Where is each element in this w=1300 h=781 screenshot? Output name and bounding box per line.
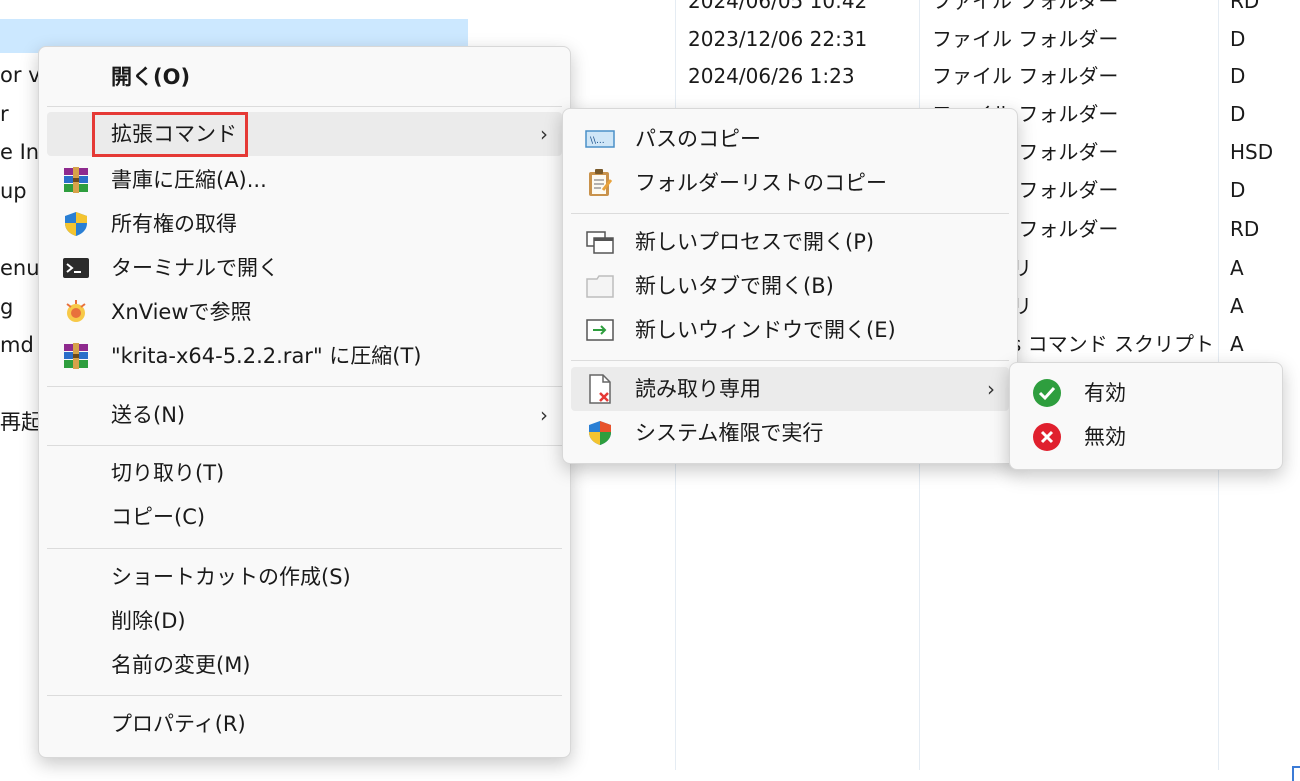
menu-item-open-new-process[interactable]: 新しいプロセスで開く(P): [571, 220, 1009, 264]
menu-item-take-ownership[interactable]: 所有権の取得: [47, 202, 562, 246]
menu-item-label: 新しいプロセスで開く(P): [635, 230, 875, 254]
type-cell: ファイル フォルダー: [932, 0, 1119, 13]
attr-cell: HSD: [1230, 140, 1274, 164]
file-name-fragment[interactable]: 再起動: [0, 403, 40, 441]
menu-item-label: 新しいタブで開く(B): [635, 274, 834, 298]
attr-cell: D: [1230, 27, 1246, 51]
winrar-icon: [61, 165, 91, 195]
scroll-corner: [1292, 766, 1300, 781]
date-cell: 2023/12/06 22:31: [688, 27, 868, 51]
menu-item-label: XnViewで参照: [111, 300, 252, 324]
menu-item-copy-path[interactable]: \\... パスのコピー: [571, 117, 1009, 161]
menu-item-xnview[interactable]: XnViewで参照: [47, 290, 562, 334]
menu-item-label: 拡張コマンド: [111, 122, 237, 146]
context-menu: 開く(O) 拡張コマンド › 書庫に圧縮(A)... 所有権の取得 ターミナルで…: [38, 46, 571, 758]
chevron-right-icon: ›: [540, 122, 548, 146]
menu-item-open-new-tab[interactable]: 新しいタブで開く(B): [571, 264, 1009, 308]
winrar-icon: [61, 341, 91, 371]
menu-item-copy[interactable]: コピー(C): [47, 495, 562, 539]
menu-item-label: 有効: [1084, 381, 1126, 405]
shield-icon: [61, 209, 91, 239]
menu-item-label: 所有権の取得: [111, 212, 237, 236]
menu-separator: [571, 360, 1009, 361]
menu-item-label: コピー(C): [111, 505, 206, 529]
attr-cell: A: [1230, 256, 1244, 280]
menu-item-open[interactable]: 開く(O): [47, 55, 562, 99]
menu-item-label: 新しいウィンドウで開く(E): [635, 318, 896, 342]
path-icon: \\...: [585, 124, 615, 154]
menu-separator: [47, 106, 562, 107]
type-cell: ファイル フォルダー: [932, 64, 1119, 88]
menu-item-rename[interactable]: 名前の変更(M): [47, 643, 562, 687]
cross-circle-icon: [1032, 422, 1062, 452]
uac-shield-icon: [585, 418, 615, 448]
menu-item-delete[interactable]: 削除(D): [47, 599, 562, 643]
attr-cell: D: [1230, 64, 1246, 88]
attr-cell: A: [1230, 294, 1244, 318]
terminal-icon: [61, 253, 91, 283]
menu-item-compress-to[interactable]: "krita-x64-5.2.2.rar" に圧縮(T): [47, 334, 562, 378]
attr-cell: D: [1230, 102, 1246, 126]
table-row[interactable]: 2024/06/05 10:42 ファイル フォルダー RD: [0, 0, 1300, 20]
menu-item-label: ターミナルで開く: [111, 256, 279, 280]
menu-item-read-only[interactable]: 読み取り専用 ›: [571, 367, 1009, 411]
menu-item-label: 書庫に圧縮(A)...: [111, 168, 267, 192]
menu-item-send-to[interactable]: 送る(N) ›: [47, 393, 562, 437]
xnview-icon: [61, 297, 91, 327]
menu-item-label: ショートカットの作成(S): [111, 565, 351, 589]
date-cell: 2024/06/05 10:42: [688, 0, 868, 13]
menu-item-run-as-system[interactable]: システム権限で実行: [571, 411, 1009, 455]
menu-separator: [47, 695, 562, 696]
menu-item-label: システム権限で実行: [635, 421, 824, 445]
menu-item-label: プロパティ(R): [111, 712, 246, 736]
menu-item-label: パスのコピー: [635, 127, 761, 151]
menu-item-label: 切り取り(T): [111, 461, 225, 485]
attr-cell: RD: [1230, 0, 1260, 13]
chevron-right-icon: ›: [987, 377, 995, 401]
attr-cell: D: [1230, 178, 1246, 202]
svg-text:\\...: \\...: [590, 136, 605, 146]
menu-item-label: 無効: [1084, 425, 1126, 449]
menu-item-label: 名前の変更(M): [111, 653, 251, 677]
menu-item-label: フォルダーリストのコピー: [635, 171, 887, 195]
menu-item-extended-commands[interactable]: 拡張コマンド ›: [47, 112, 562, 156]
menu-separator: [47, 386, 562, 387]
menu-item-label: "krita-x64-5.2.2.rar" に圧縮(T): [111, 344, 422, 368]
type-cell: ファイル フォルダー: [932, 27, 1119, 51]
menu-separator: [47, 445, 562, 446]
read-only-submenu: 有効 無効: [1009, 362, 1283, 470]
menu-item-copy-folder-list[interactable]: フォルダーリストのコピー: [571, 161, 1009, 205]
chevron-right-icon: ›: [540, 403, 548, 427]
date-cell: 2024/06/26 1:23: [688, 64, 855, 88]
menu-item-enable[interactable]: 有効: [1018, 371, 1274, 415]
menu-item-label: 送る(N): [111, 403, 186, 427]
menu-item-cut[interactable]: 切り取り(T): [47, 451, 562, 495]
extended-commands-submenu: \\... パスのコピー フォルダーリストのコピー 新しいプロセスで開く(P): [562, 108, 1018, 464]
attr-cell: A: [1230, 332, 1244, 356]
menu-item-add-archive[interactable]: 書庫に圧縮(A)...: [47, 158, 562, 202]
menu-item-label: 読み取り専用: [635, 377, 761, 401]
read-only-file-icon: [585, 374, 615, 404]
menu-item-open-terminal[interactable]: ターミナルで開く: [47, 246, 562, 290]
clipboard-icon: [585, 168, 615, 198]
menu-item-label: 開く(O): [111, 65, 191, 89]
menu-item-open-new-window[interactable]: 新しいウィンドウで開く(E): [571, 308, 1009, 352]
check-circle-icon: [1032, 378, 1062, 408]
menu-item-label: 削除(D): [111, 609, 186, 633]
menu-item-create-shortcut[interactable]: ショートカットの作成(S): [47, 555, 562, 599]
menu-separator: [571, 213, 1009, 214]
tab-icon: [585, 271, 615, 301]
windows-stack-icon: [585, 227, 615, 257]
menu-item-properties[interactable]: プロパティ(R): [47, 702, 562, 746]
attr-cell: RD: [1230, 217, 1260, 241]
menu-separator: [47, 548, 562, 549]
menu-item-disable[interactable]: 無効: [1018, 415, 1274, 459]
new-window-icon: [585, 315, 615, 345]
